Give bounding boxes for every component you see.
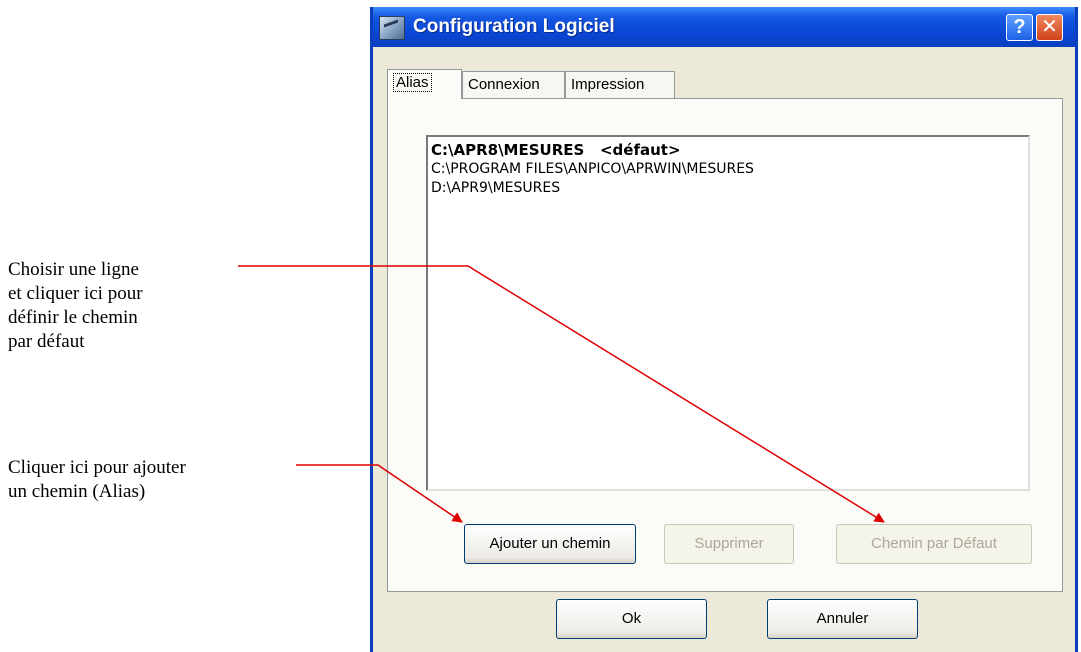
tab-alias-label: Alias	[393, 73, 432, 92]
title-bar[interactable]: Configuration Logiciel ? ✕	[373, 7, 1075, 47]
list-item[interactable]: D:\APR9\MESURES	[431, 179, 1025, 198]
cancel-button[interactable]: Annuler	[767, 599, 918, 639]
tab-connexion[interactable]: Connexion	[462, 71, 565, 98]
add-path-button[interactable]: Ajouter un chemin	[464, 524, 636, 564]
default-path-button[interactable]: Chemin par Défaut	[836, 524, 1032, 564]
tab-impression[interactable]: Impression	[565, 71, 675, 98]
delete-button[interactable]: Supprimer	[664, 524, 794, 564]
help-button[interactable]: ?	[1006, 14, 1033, 41]
annotation-default-path: Choisir une ligne et cliquer ici pour dé…	[8, 259, 143, 352]
tab-alias[interactable]: Alias	[387, 69, 462, 99]
alias-listbox[interactable]: C:\APR8\MESURES <défaut> C:\PROGRAM FILE…	[426, 135, 1030, 491]
tab-panel-alias: C:\APR8\MESURES <défaut> C:\PROGRAM FILE…	[387, 98, 1063, 592]
list-item[interactable]: C:\APR8\MESURES <défaut>	[431, 141, 1025, 160]
annotation-add-path: Cliquer ici pour ajouter un chemin (Alia…	[8, 457, 186, 502]
window-title: Configuration Logiciel	[413, 16, 615, 37]
configuration-dialog: Configuration Logiciel ? ✕ Alias Connexi…	[370, 7, 1078, 652]
ok-button[interactable]: Ok	[556, 599, 707, 639]
list-item[interactable]: C:\PROGRAM FILES\ANPICO\APRWIN\MESURES	[431, 160, 1025, 179]
app-icon	[379, 16, 405, 40]
close-button[interactable]: ✕	[1036, 14, 1063, 41]
